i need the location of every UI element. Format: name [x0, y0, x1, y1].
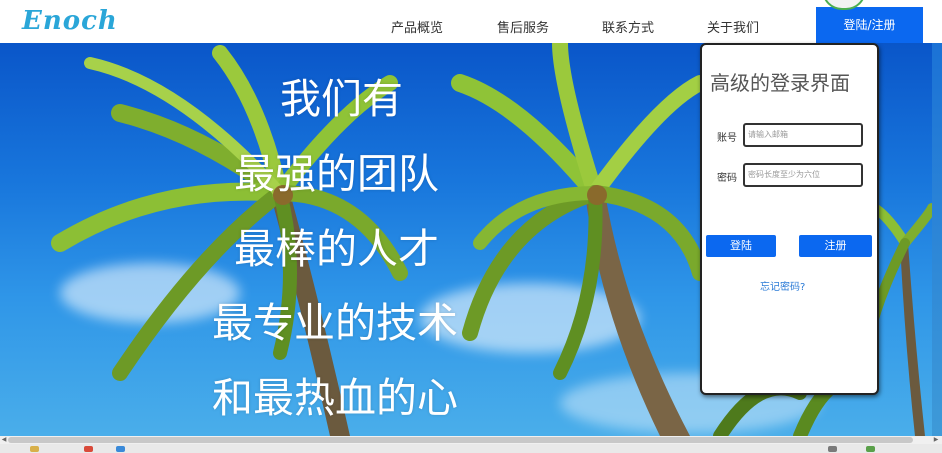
taskbar — [0, 444, 942, 453]
scrollbar-thumb[interactable] — [8, 437, 913, 443]
slogan-line: 我们有 — [280, 75, 403, 123]
slogan-line: 和最热血的心 — [212, 374, 458, 422]
taskbar-app-icon[interactable] — [84, 446, 93, 452]
nav-product-overview[interactable]: 产品概览 — [391, 17, 443, 36]
logo[interactable]: Enoch — [22, 6, 118, 36]
slogan-line: 最棒的人才 — [234, 225, 439, 273]
taskbar-app-icon[interactable] — [828, 446, 837, 452]
login-panel: 高级的登录界面 账号 请输入邮箱 密码 密码长度至少为六位 登陆 注册 忘记密码… — [700, 43, 879, 395]
taskbar-app-icon[interactable] — [30, 446, 39, 452]
nav-contact[interactable]: 联系方式 — [602, 17, 654, 36]
login-register-button[interactable]: 登陆/注册 — [816, 7, 923, 43]
forgot-password-link[interactable]: 忘记密码? — [760, 278, 805, 293]
taskbar-app-icon[interactable] — [116, 446, 125, 452]
taskbar-app-icon[interactable] — [866, 446, 875, 452]
page-edge — [932, 43, 942, 436]
email-input[interactable]: 请输入邮箱 — [743, 123, 863, 147]
register-button[interactable]: 注册 — [799, 235, 872, 257]
nav-after-sales[interactable]: 售后服务 — [497, 17, 549, 36]
nav-about-us[interactable]: 关于我们 — [707, 17, 759, 36]
scroll-left-icon[interactable]: ◀ — [0, 436, 8, 444]
slogan-line: 最专业的技术 — [212, 299, 458, 347]
scroll-right-icon[interactable]: ▶ — [932, 436, 940, 444]
top-nav-bar: Enoch 产品概览 售后服务 联系方式 关于我们 登陆/注册 + 成功 — [0, 0, 942, 43]
horizontal-scrollbar[interactable]: ◀ ▶ — [0, 436, 942, 444]
password-label: 密码 — [717, 173, 737, 184]
password-input[interactable]: 密码长度至少为六位 — [743, 163, 863, 187]
login-button[interactable]: 登陆 — [706, 235, 776, 257]
slogan-line: 最强的团队 — [234, 150, 439, 198]
login-title: 高级的登录界面 — [710, 71, 850, 95]
account-label: 账号 — [717, 133, 737, 144]
